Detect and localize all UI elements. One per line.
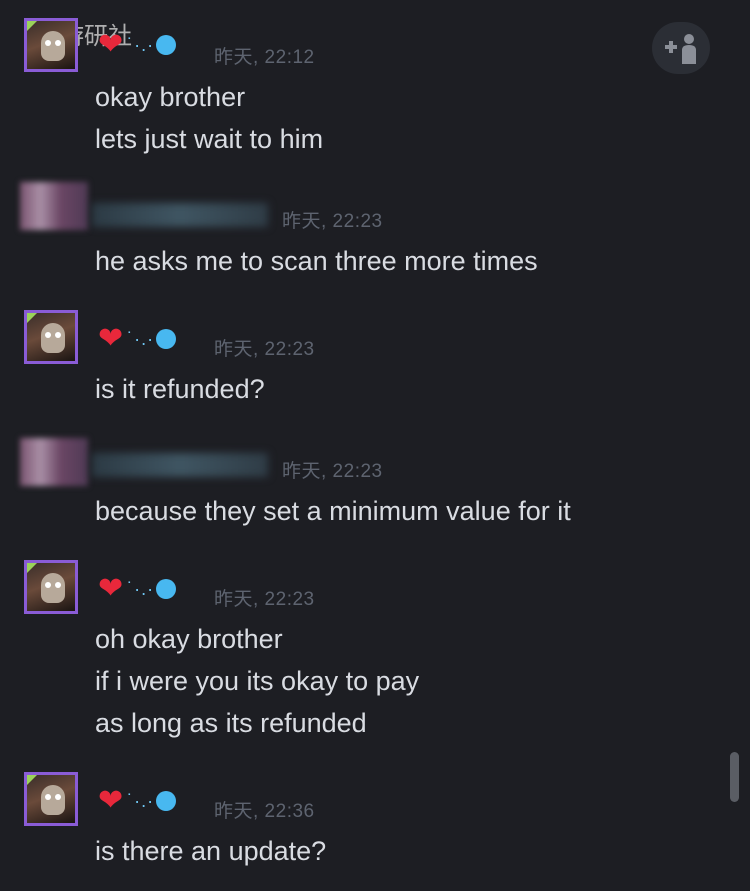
message-text: if i were you its okay to pay (95, 666, 420, 696)
message-text: as long as its refunded (95, 708, 367, 738)
message-timestamp: 昨天, 22:36 (214, 801, 315, 822)
dots-icon: ˙·.· (127, 791, 155, 811)
message-timestamp: 昨天, 22:23 (214, 339, 315, 360)
heart-icon: ❤ (98, 28, 124, 61)
status-dot-icon (156, 791, 177, 811)
message-timestamp: 昨天, 22:23 (282, 211, 383, 232)
status-dot-icon (156, 329, 177, 349)
message-text: because they set a minimum value for it (95, 496, 571, 526)
message-text: is it refunded? (95, 374, 265, 404)
sender-name[interactable] (92, 200, 268, 230)
sender-name[interactable]: ❤ ˙·.· (98, 784, 177, 817)
chat-log: 游研社 ❤ ˙·.· 昨天, 22:12 okay brother lets j… (0, 0, 750, 891)
status-dot-icon (156, 35, 177, 55)
avatar[interactable] (24, 18, 78, 72)
avatar[interactable] (24, 310, 78, 364)
avatar[interactable] (24, 772, 78, 826)
dots-icon: ˙·.· (127, 579, 155, 599)
avatar[interactable] (24, 560, 78, 614)
sender-name[interactable]: ❤ ˙·.· (98, 572, 177, 605)
message-timestamp: 昨天, 22:23 (282, 461, 383, 482)
message-text: lets just wait to him (95, 124, 324, 154)
sender-name[interactable]: ❤ ˙·.· (98, 28, 177, 61)
scrollbar-thumb[interactable] (730, 752, 739, 802)
dots-icon: ˙·.· (127, 35, 155, 55)
heart-icon: ❤ (98, 322, 124, 355)
message-text: is there an update? (95, 836, 327, 866)
sender-name[interactable]: ❤ ˙·.· (98, 322, 177, 355)
heart-icon: ❤ (98, 572, 124, 605)
dots-icon: ˙·.· (127, 329, 155, 349)
message-text: oh okay brother (95, 624, 283, 654)
message-text: he asks me to scan three more times (95, 246, 538, 276)
heart-icon: ❤ (98, 784, 124, 817)
message-text: okay brother (95, 82, 246, 112)
message-timestamp: 昨天, 22:23 (214, 589, 315, 610)
status-dot-icon (156, 579, 177, 599)
avatar[interactable] (20, 182, 88, 230)
message-timestamp: 昨天, 22:12 (214, 47, 315, 68)
add-friend-button[interactable] (652, 22, 710, 74)
sender-name[interactable] (92, 450, 268, 480)
avatar[interactable] (20, 438, 88, 486)
add-person-icon (665, 34, 696, 64)
